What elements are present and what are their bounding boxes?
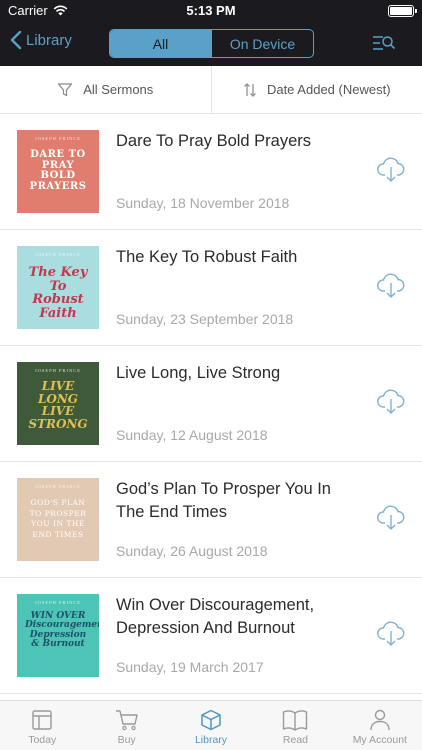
tab-label: Today xyxy=(28,734,57,746)
download-button[interactable] xyxy=(376,273,406,304)
cover-title-art: DARE TO PRAY BOLD PRAYERS xyxy=(29,149,87,192)
filter-bar: All Sermons Date Added (Newest) xyxy=(0,66,422,114)
cover-title-art: LIVE LONG LIVE STRONG xyxy=(28,379,88,431)
sermon-title: Win Over Discouragement, Depression And … xyxy=(116,596,315,637)
sermon-date: Sunday, 26 August 2018 xyxy=(116,543,268,559)
chevron-left-icon xyxy=(10,30,22,50)
sermon-title: The Key To Robust Faith xyxy=(116,248,298,266)
funnel-icon xyxy=(58,82,73,96)
cloud-download-icon xyxy=(377,157,405,182)
cover-title-art: The Key To Robust Faith xyxy=(28,265,88,321)
top-bar: Carrier 5:13 PM Library All On Device xyxy=(0,0,422,66)
tab-label: Read xyxy=(282,734,308,746)
sermon-cover: JOSEPH PRINCE DARE TO PRAY BOLD PRAYERS xyxy=(17,130,99,213)
category-filter-label: All Sermons xyxy=(83,82,154,97)
sort-arrows-icon xyxy=(244,82,256,97)
status-bar: Carrier 5:13 PM xyxy=(0,0,422,22)
category-filter[interactable]: All Sermons xyxy=(0,66,211,113)
sermon-title: God’s Plan To Prosper You In The End Tim… xyxy=(116,480,331,521)
sermon-date: Sunday, 18 November 2018 xyxy=(116,195,290,211)
tab-label: Library xyxy=(194,734,228,746)
segment-all[interactable]: All xyxy=(110,30,211,57)
sort-label: Date Added (Newest) xyxy=(266,82,391,97)
sermon-cover: JOSEPH PRINCE LIVE LONG LIVE STRONG xyxy=(17,362,99,445)
cloud-download-icon xyxy=(377,505,405,530)
book-icon xyxy=(283,710,308,731)
person-icon xyxy=(370,709,390,731)
download-button[interactable] xyxy=(376,389,406,420)
library-box-icon xyxy=(201,709,221,731)
tab-my-account[interactable]: My Account xyxy=(338,701,422,750)
sermon-row[interactable]: JOSEPH PRINCE DARE TO PRAY BOLD PRAYERS … xyxy=(0,114,422,230)
sermon-cover: JOSEPH PRINCE The Key To Robust Faith xyxy=(17,246,99,329)
cart-icon xyxy=(115,710,138,731)
tab-buy[interactable]: Buy xyxy=(84,701,168,750)
list-search-icon xyxy=(373,36,396,50)
cloud-download-icon xyxy=(377,621,405,646)
sermon-list: JOSEPH PRINCE DARE TO PRAY BOLD PRAYERS … xyxy=(0,114,422,700)
back-button[interactable]: Library xyxy=(10,30,72,50)
tab-bar: Today Buy Library Read My Account xyxy=(0,700,422,750)
sermon-date: Sunday, 12 August 2018 xyxy=(116,427,268,443)
battery-icon xyxy=(388,5,417,17)
segment-on-device[interactable]: On Device xyxy=(211,30,313,57)
download-button[interactable] xyxy=(376,157,406,188)
sort-selector[interactable]: Date Added (Newest) xyxy=(210,66,422,113)
clock: 5:13 PM xyxy=(186,3,236,18)
cloud-download-icon xyxy=(377,389,405,414)
sermon-date: Sunday, 19 March 2017 xyxy=(116,659,264,675)
sermon-cover: JOSEPH PRINCE GOD'S PLAN TO PROSPER YOU … xyxy=(17,478,99,561)
cover-title-art: GOD'S PLAN TO PROSPER YOU IN THE END TIM… xyxy=(29,498,87,539)
sermon-row[interactable]: JOSEPH PRINCE WIN OVER Discouragement De… xyxy=(0,578,422,694)
download-button[interactable] xyxy=(376,505,406,536)
sermon-title: Dare To Pray Bold Prayers xyxy=(116,132,312,150)
today-icon xyxy=(32,710,52,730)
tab-read[interactable]: Read xyxy=(253,701,337,750)
tab-label: My Account xyxy=(352,734,407,746)
download-button[interactable] xyxy=(376,621,406,652)
cloud-download-icon xyxy=(377,273,405,298)
sermon-title: Live Long, Live Strong xyxy=(116,364,281,382)
back-label: Library xyxy=(26,31,72,49)
sermon-row[interactable]: JOSEPH PRINCE GOD'S PLAN TO PROSPER YOU … xyxy=(0,462,422,578)
tab-library[interactable]: Library xyxy=(169,701,253,750)
cover-title-art: WIN OVER Discouragement Depression & Bur… xyxy=(25,611,99,650)
search-filter-button[interactable] xyxy=(372,34,396,57)
tab-today[interactable]: Today xyxy=(0,701,84,750)
sermon-date: Sunday, 23 September 2018 xyxy=(116,311,294,327)
segmented-control: All On Device xyxy=(109,29,314,58)
sermon-row[interactable]: JOSEPH PRINCE The Key To Robust Faith Th… xyxy=(0,230,422,346)
nav-bar: Library All On Device xyxy=(0,24,422,64)
sermon-cover: JOSEPH PRINCE WIN OVER Discouragement De… xyxy=(17,594,99,677)
tab-label: Buy xyxy=(117,734,136,746)
sermon-row[interactable]: JOSEPH PRINCE LIVE LONG LIVE STRONG Live… xyxy=(0,346,422,462)
